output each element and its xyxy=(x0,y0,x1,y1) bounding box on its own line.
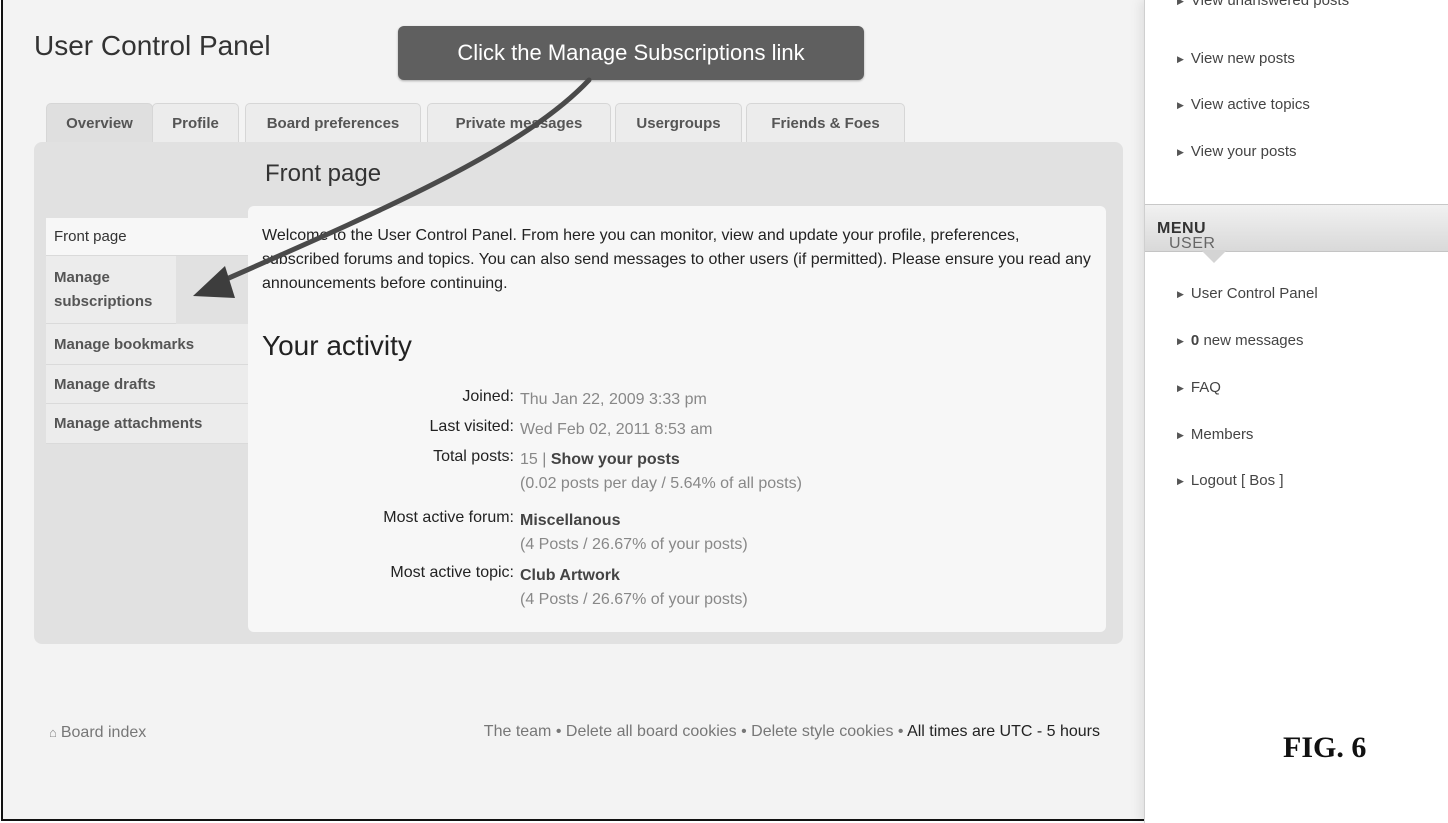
sidebar-link-unanswered[interactable]: ▶ View unanswered posts xyxy=(1177,0,1349,9)
nav-manage-drafts[interactable]: Manage drafts xyxy=(46,365,248,404)
tab-overview[interactable]: Overview xyxy=(46,103,153,143)
stat-label: Most active forum: xyxy=(383,509,514,526)
activity-title: Your activity xyxy=(262,330,412,361)
triangle-right-icon: ▶ xyxy=(1177,383,1184,393)
sidebar-link-label: View new posts xyxy=(1190,50,1295,67)
sidebar-link-active-topics[interactable]: ▶ View active topics xyxy=(1177,96,1310,113)
active-forum-link[interactable]: Miscellanous xyxy=(520,512,620,529)
intro-text: Welcome to the User Control Panel. From … xyxy=(262,227,1091,292)
delete-cookies-link[interactable]: Delete all board cookies xyxy=(566,723,737,740)
instruction-callout: Click the Manage Subscriptions link xyxy=(398,26,864,80)
content-box: Welcome to the User Control Panel. From … xyxy=(248,206,1106,632)
ucp-side-nav: Front page Manage subscriptions Manage b… xyxy=(46,218,248,444)
home-icon: ⌂ xyxy=(49,725,57,740)
user-menu-header: USER MENU xyxy=(1145,204,1448,252)
delete-style-cookies-link[interactable]: Delete style cookies xyxy=(751,723,893,740)
forum-detail: (4 Posts / 26.67% of your posts) xyxy=(520,536,748,553)
footer-separator: • xyxy=(893,723,908,740)
sidebar-link-new-posts[interactable]: ▶ View new posts xyxy=(1177,50,1295,67)
posts-count: 15 | xyxy=(520,451,547,468)
sidebar-link-messages[interactable]: ▶ 0 new messages xyxy=(1177,332,1304,349)
stat-value: 15 | Show your posts (0.02 posts per day… xyxy=(520,448,802,496)
sidebar-link-label: Logout [ Bos ] xyxy=(1190,472,1284,489)
triangle-right-icon: ▶ xyxy=(1177,147,1184,157)
triangle-right-icon: ▶ xyxy=(1177,476,1184,486)
show-your-posts-link[interactable]: Show your posts xyxy=(551,451,680,468)
nav-front-page[interactable]: Front page xyxy=(46,218,248,256)
ucp-panel: Front page Front page Manage subscriptio… xyxy=(34,142,1123,644)
page-title: User Control Panel xyxy=(34,30,271,61)
tab-friends-foes[interactable]: Friends & Foes xyxy=(746,103,905,143)
tab-board-preferences[interactable]: Board preferences xyxy=(245,103,421,143)
tab-profile[interactable]: Profile xyxy=(152,103,239,143)
nav-manage-bookmarks[interactable]: Manage bookmarks xyxy=(46,324,248,365)
sidebar-link-members[interactable]: ▶ Members xyxy=(1177,426,1253,443)
sidebar-link-label: User Control Panel xyxy=(1190,285,1318,302)
panel-heading: Front page xyxy=(265,160,382,187)
board-index-label: Board index xyxy=(60,724,147,741)
timezone-text: All times are UTC - 5 hours xyxy=(907,723,1100,740)
user-menu-notch xyxy=(1201,250,1227,263)
triangle-right-icon: ▶ xyxy=(1177,100,1184,110)
triangle-right-icon: ▶ xyxy=(1177,289,1184,299)
user-menu-title: USER MENU xyxy=(1157,220,1215,252)
tab-usergroups[interactable]: Usergroups xyxy=(615,103,742,143)
sidebar-link-label: View unanswered posts xyxy=(1190,0,1350,9)
topic-detail: (4 Posts / 26.67% of your posts) xyxy=(520,591,748,608)
stat-label: Joined: xyxy=(462,388,514,405)
the-team-link[interactable]: The team xyxy=(484,723,552,740)
sidebar-link-ucp[interactable]: ▶ User Control Panel xyxy=(1177,285,1318,302)
right-sidebar: ▶ View unanswered posts ▶ View new posts ▶… xyxy=(1144,0,1448,823)
stat-label: Total posts: xyxy=(433,448,514,465)
stat-value: Thu Jan 22, 2009 3:33 pm xyxy=(520,391,707,408)
footer-links: The team • Delete all board cookies • De… xyxy=(484,723,1100,741)
triangle-right-icon: ▶ xyxy=(1177,54,1184,64)
sidebar-link-label: Members xyxy=(1190,426,1254,443)
stat-label: Most active topic: xyxy=(390,564,514,581)
stat-value: Wed Feb 02, 2011 8:53 am xyxy=(520,421,713,438)
footer-separator: • xyxy=(736,723,752,740)
triangle-right-icon: ▶ xyxy=(1177,336,1184,346)
triangle-right-icon: ▶ xyxy=(1177,430,1184,440)
sidebar-link-label: new messages xyxy=(1203,332,1304,349)
sidebar-link-your-posts[interactable]: ▶ View your posts xyxy=(1177,143,1297,160)
stat-label: Last visited: xyxy=(429,418,514,435)
stat-value: Miscellanous (4 Posts / 26.67% of your p… xyxy=(520,509,748,557)
sidebar-link-label: View active topics xyxy=(1190,96,1310,113)
sidebar-link-label: FAQ xyxy=(1190,379,1221,396)
figure-label: FIG. 6 xyxy=(1283,731,1367,764)
tab-private-messages[interactable]: Private messages xyxy=(427,103,611,143)
board-index-link[interactable]: ⌂ Board index xyxy=(49,724,146,742)
posts-detail: (0.02 posts per day / 5.64% of all posts… xyxy=(520,475,802,492)
triangle-right-icon: ▶ xyxy=(1177,0,1184,6)
sidebar-link-logout[interactable]: ▶ Logout [ Bos ] xyxy=(1177,472,1284,489)
footer-separator: • xyxy=(551,723,566,740)
nav-manage-subscriptions[interactable]: Manage subscriptions xyxy=(46,256,176,324)
nav-manage-attachments[interactable]: Manage attachments xyxy=(46,404,248,444)
message-count: 0 xyxy=(1190,332,1200,349)
stat-value: Club Artwork (4 Posts / 26.67% of your p… xyxy=(520,564,748,612)
active-topic-link[interactable]: Club Artwork xyxy=(520,567,620,584)
sidebar-link-faq[interactable]: ▶ FAQ xyxy=(1177,379,1221,396)
sidebar-link-label: View your posts xyxy=(1190,143,1297,160)
